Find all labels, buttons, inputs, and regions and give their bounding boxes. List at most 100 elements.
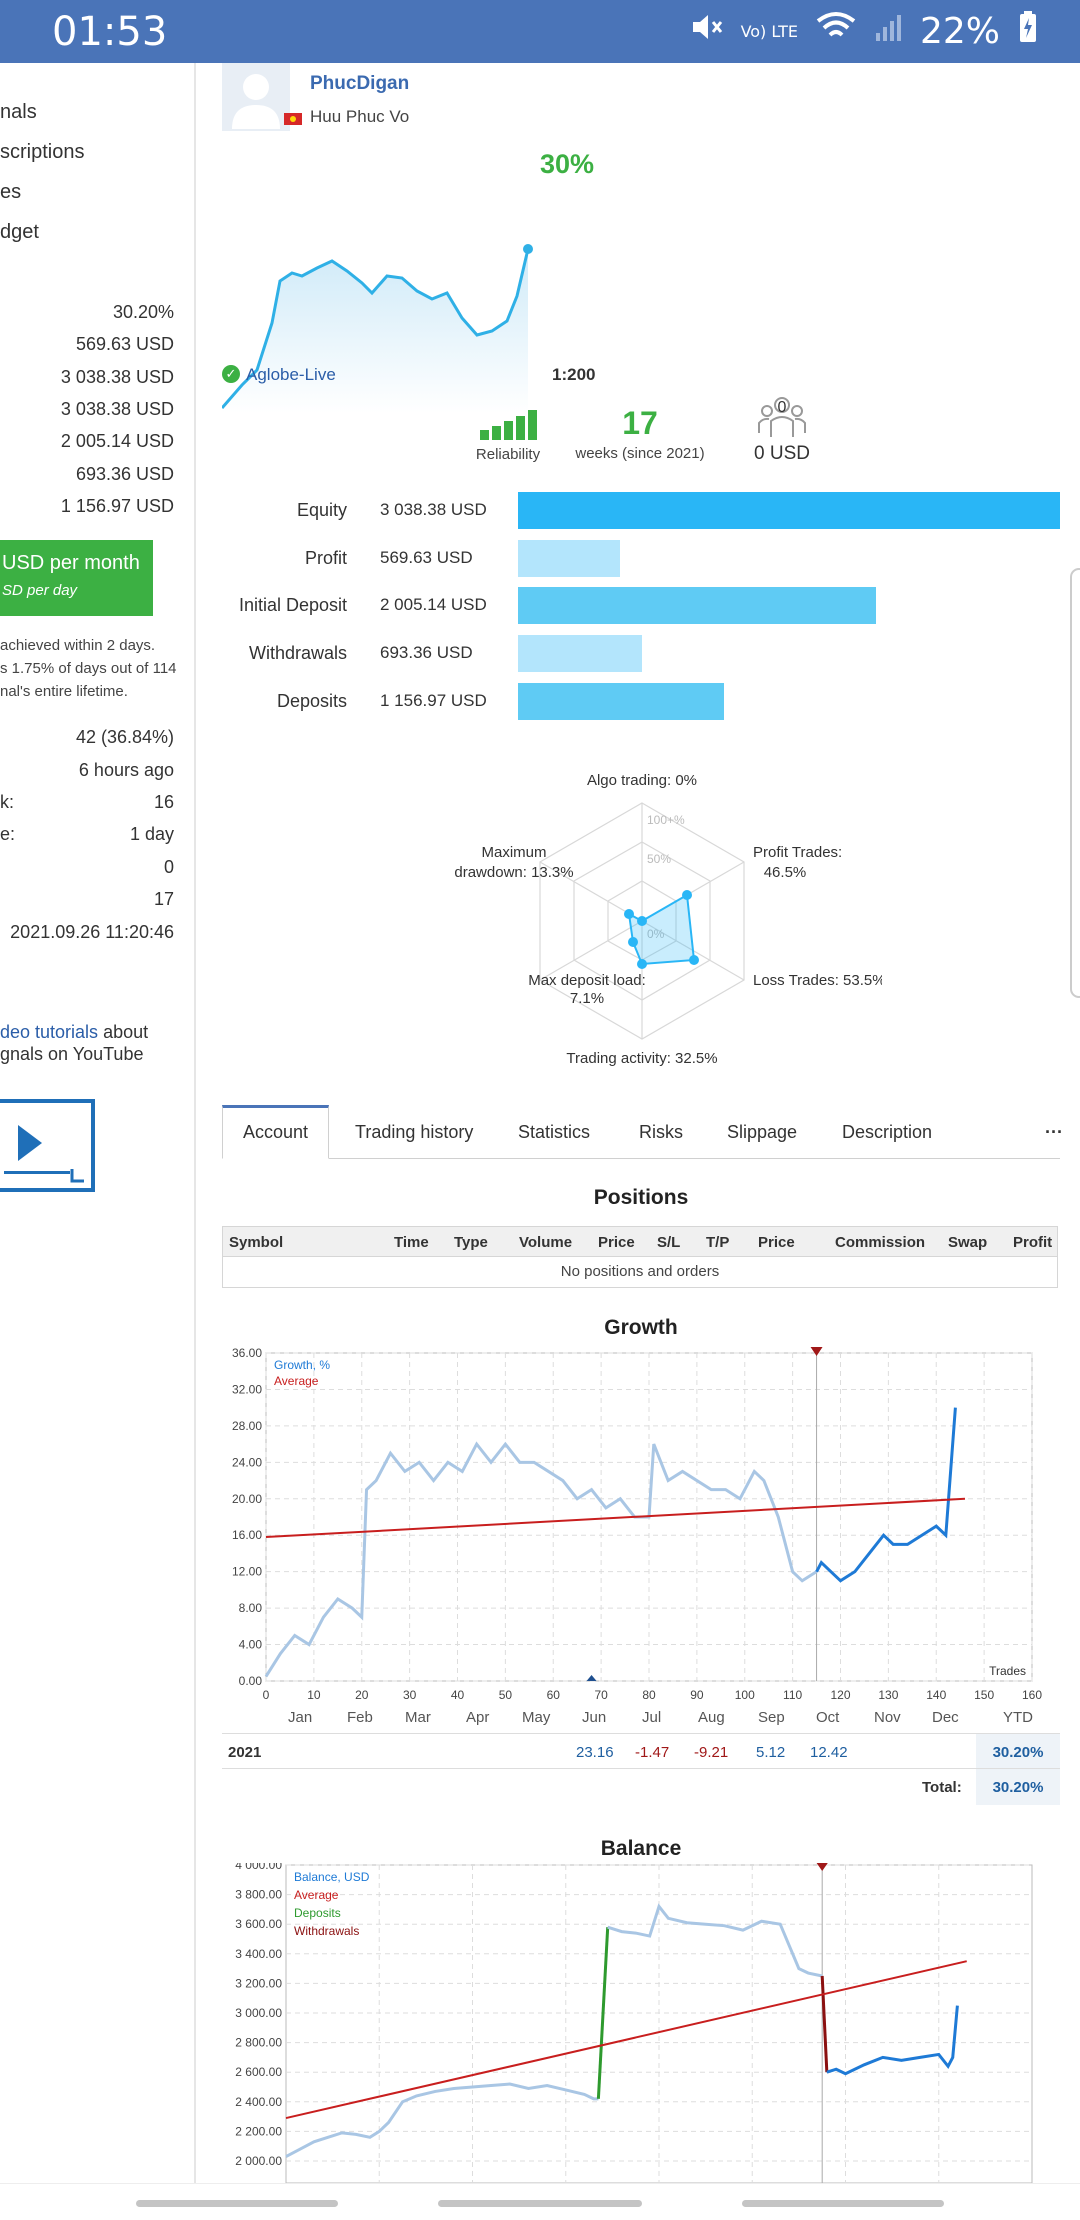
weeks-label: weeks (since 2021) [575, 445, 705, 462]
sidebar-note-line-1: achieved within 2 days. [0, 637, 156, 654]
month-value-oct: 12.42 [810, 1744, 848, 1761]
total-cell: 30.20% [976, 1769, 1060, 1805]
wifi-icon [816, 11, 856, 52]
month-dec: Dec [932, 1709, 959, 1726]
sidebar-stat-value-4: 1 day [129, 824, 174, 844]
balance-chart: 4 000.00 3 800.00 3 600.00 3 400.00 3 200.00… [235, 1863, 1033, 2183]
month-value-jun: 23.16 [576, 1744, 614, 1761]
growth-y-tick: 32.00 [232, 1382, 262, 1396]
sidebar-menu-signals[interactable]: nals [0, 101, 37, 124]
sidebar-profit-value: 569.63 USD [75, 334, 174, 354]
sidebar-withdrawals-value: 693.36 USD [75, 464, 174, 484]
user-avatar-icon [232, 74, 280, 129]
video-tutorials-link[interactable]: deo tutorials [0, 1022, 98, 1042]
tab-slippage[interactable]: Slippage [727, 1105, 797, 1159]
summary-value: 2 005.14 USD [380, 595, 487, 614]
sidebar-menu-favorites[interactable]: es [0, 181, 21, 204]
summary-value: 3 038.38 USD [380, 500, 487, 519]
radar-ring-label: 100+% [647, 813, 685, 827]
summary-bar [518, 540, 620, 577]
summary-value: 1 156.97 USD [380, 691, 487, 710]
nav-home[interactable] [438, 2200, 642, 2207]
growth-x-tick: 20 [355, 1688, 369, 1702]
balance-y-tick: 2 600.00 [235, 2065, 282, 2079]
month-feb: Feb [347, 1709, 373, 1726]
sidebar-stat-value-7: 2021.09.26 11:20:46 [10, 922, 174, 942]
radar-label-profit: Profit Trades: [753, 844, 842, 861]
growth-x-tick: 90 [690, 1688, 704, 1702]
broker-server-link[interactable]: Aglobe-Live [246, 365, 336, 385]
summary-bar [518, 635, 642, 672]
tab-account[interactable]: Account [222, 1105, 330, 1159]
balance-y-tick: 3 600.00 [235, 1917, 282, 1931]
summary-bar [518, 492, 1060, 529]
ytd-cell: 30.20% [976, 1734, 1060, 1768]
summary-bar [518, 683, 725, 720]
growth-y-tick: 12.00 [232, 1565, 262, 1579]
status-bar: 01:53 Vo) LTE 22% [0, 0, 1080, 63]
price-per-day: SD per day [2, 582, 78, 599]
monthly-returns-table: Jan Feb Mar Apr May Jun Jul Aug Sep Oct … [222, 1703, 1060, 1805]
tab-trading-history[interactable]: Trading history [355, 1105, 473, 1159]
balance-legend-item: Average [294, 1888, 339, 1902]
leverage-value: 1:200 [552, 365, 596, 384]
subscribers-count: 0 [777, 399, 787, 416]
nav-back[interactable] [742, 2200, 944, 2207]
col-volume: Volume [519, 1234, 573, 1251]
total-label: Total: [922, 1779, 962, 1796]
sidebar-menu-subscriptions[interactable]: scriptions [0, 141, 84, 164]
radar-label-algo: Algo trading: 0% [587, 772, 697, 789]
growth-chart: 36.00 32.00 28.00 24.00 20.00 16.00 12.00 8.00 4… [232, 1346, 1042, 1702]
month-ytd: YTD [1003, 1709, 1033, 1726]
growth-x-tick: 30 [403, 1688, 417, 1702]
positions-title: Positions [593, 1186, 689, 1209]
sidebar-stat-label-3: k: [0, 792, 15, 812]
growth-x-tick: 150 [974, 1688, 994, 1702]
avatar[interactable] [222, 63, 290, 131]
month-jun: Jun [582, 1709, 607, 1726]
radar-label-drawdown: Maximum [481, 844, 546, 861]
verified-check-icon: ✓ [222, 365, 240, 383]
nav-recent-apps[interactable] [136, 2200, 338, 2207]
growth-y-tick: 20.00 [232, 1492, 262, 1506]
sidebar-equity-value: 3 038.38 USD [60, 367, 174, 387]
col-price: Price [598, 1234, 635, 1251]
growth-x-tick: 70 [594, 1688, 608, 1702]
sidebar-stat-value-6: 17 [153, 889, 174, 909]
monthly-row-2021: 2021 23.16 -1.47 -9.21 5.12 12.42 30.20% [222, 1733, 1060, 1769]
balance-y-tick: 2 400.00 [235, 2095, 282, 2109]
growth-y-tick: 8.00 [239, 1601, 263, 1615]
more-tabs-button[interactable]: ··· [1045, 1105, 1063, 1159]
growth-x-tick: 140 [926, 1688, 946, 1702]
summary-label: Initial Deposit [238, 595, 347, 615]
growth-x-tick: 110 [783, 1688, 802, 1702]
tab-risks[interactable]: Risks [639, 1105, 683, 1159]
video-play-button[interactable] [0, 1099, 95, 1192]
signal-author-nickname[interactable]: PhucDigan [310, 73, 409, 95]
growth-y-tick: 16.00 [232, 1528, 262, 1542]
summary-label: Equity [296, 500, 347, 520]
status-time: 01:53 [52, 9, 168, 55]
col-tp: T/P [706, 1234, 730, 1251]
monthly-header: Jan Feb Mar Apr May Jun Jul Aug Sep Oct … [222, 1703, 1060, 1733]
balance-y-tick: 3 000.00 [235, 2006, 282, 2020]
col-type: Type [454, 1234, 488, 1251]
growth-y-tick: 0.00 [239, 1674, 263, 1688]
col-time: Time [394, 1234, 429, 1251]
col-sl: S/L [657, 1234, 681, 1251]
subscribe-price-button[interactable]: USD per month SD per day [0, 540, 153, 616]
status-icons: Vo) LTE 22% [689, 10, 1038, 53]
balance-legend-item: Balance, USD [294, 1870, 370, 1884]
side-panel-handle[interactable] [1070, 568, 1080, 998]
growth-legend-average: Average [274, 1374, 319, 1388]
growth-y-tick: 28.00 [232, 1419, 262, 1433]
tab-statistics[interactable]: Statistics [518, 1105, 590, 1159]
balance-legend-item: Deposits [294, 1906, 341, 1920]
sidebar-menu-widget[interactable]: dget [0, 221, 39, 244]
month-oct: Oct [816, 1709, 840, 1726]
tab-description[interactable]: Description [842, 1105, 932, 1159]
month-jul: Jul [642, 1709, 662, 1726]
sidebar-initial-deposit-value: 2 005.14 USD [60, 431, 174, 451]
radar-label-drawdown-value: drawdown: 13.3% [454, 864, 573, 881]
android-navigation-bar [0, 2183, 1080, 2220]
